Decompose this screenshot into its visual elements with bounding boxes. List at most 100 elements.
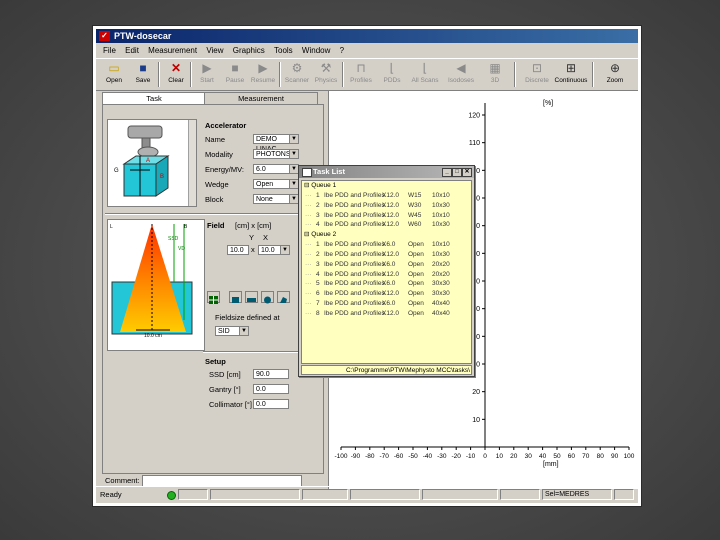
task-row[interactable]: ··· 7 Ibe PDD and Profiles X6.0 Open 40x40 <box>302 299 471 309</box>
menu-measurement[interactable]: Measurement <box>148 46 197 55</box>
task-row[interactable]: ··· 3 Ibe PDD and Profiles X12.0 W45 10x10 <box>302 211 471 221</box>
resume-button[interactable]: ▶ Resume <box>250 60 276 89</box>
task-wedge: W15 <box>408 192 422 199</box>
save-button[interactable]: ■ Save <box>130 60 156 89</box>
menu-view[interactable]: View <box>206 46 223 55</box>
modality-select[interactable]: PHOTONS ▼ <box>253 149 299 159</box>
x-tick-label: -60 <box>394 453 404 460</box>
energy-select[interactable]: 6.0 ▼ <box>253 164 299 174</box>
title-bar[interactable]: ✓ PTW-dosecar <box>96 29 638 43</box>
panel-tabs: Task Measurement <box>102 92 322 104</box>
status-selection: Sel=MEDRES <box>542 489 612 500</box>
status-cell <box>614 489 634 500</box>
task-list-title-bar[interactable]: Task List _ □ ✕ <box>299 166 474 178</box>
image-scrollbar[interactable] <box>188 120 196 206</box>
modality-label: Modality <box>205 150 233 159</box>
discrete-button[interactable]: ⊡ Discrete <box>524 60 550 89</box>
gantry-input[interactable]: 0.0 <box>253 384 289 394</box>
circle-field-button[interactable] <box>261 291 274 304</box>
status-cell <box>500 489 540 500</box>
task-field-size: 20x20 <box>432 270 450 278</box>
square-field-button[interactable] <box>229 291 242 303</box>
task-list-window[interactable]: Task List _ □ ✕ ⊟ Queue 1 ··· 1 Ibe PDD and… <box>298 165 475 377</box>
field-x-select[interactable]: 10.0 ▼ <box>258 245 290 255</box>
continuous-button[interactable]: ⊞ Continuous <box>555 60 588 89</box>
task-description: Ibe PDD and Profiles <box>324 290 385 298</box>
clear-x-icon: ✕ <box>170 61 182 75</box>
task-row[interactable]: ··· 4 Ibe PDD and Profiles X12.0 Open 20x20 <box>302 270 471 280</box>
wedge-select[interactable]: Open ▼ <box>253 179 299 189</box>
physics-tools-icon: ⚒ <box>320 61 332 75</box>
tree-line: ··· <box>305 221 312 229</box>
task-number: 3 <box>316 260 320 268</box>
task-number: 2 <box>316 201 320 209</box>
task-number: 1 <box>316 241 320 249</box>
svg-text:G: G <box>114 168 119 174</box>
tree-line: ··· <box>305 280 312 288</box>
all-scans-button[interactable]: ⌊ All Scans <box>411 60 438 89</box>
menu-graphics[interactable]: Graphics <box>233 46 265 55</box>
chevron-down-icon: ▼ <box>289 165 298 173</box>
task-row[interactable]: ··· 1 Ibe PDD and Profiles X6.0 Open 10x10 <box>302 240 471 250</box>
task-energy: X12.0 <box>382 192 399 199</box>
task-row[interactable]: ··· 5 Ibe PDD and Profiles X6.0 Open 30x30 <box>302 279 471 289</box>
scanner-icon: ⚙ <box>291 61 303 75</box>
task-wedge: W30 <box>408 201 422 209</box>
menu-edit[interactable]: Edit <box>125 46 139 55</box>
chart-x-label: [mm] <box>543 461 559 468</box>
tab-task[interactable]: Task <box>102 92 206 104</box>
field-y-input[interactable]: 10.0 <box>227 245 249 255</box>
open-folder-icon: ▭ <box>108 61 120 75</box>
task-number: 2 <box>316 250 320 258</box>
task-wedge: Open <box>408 309 424 317</box>
task-row[interactable]: ··· 4 Ibe PDD and Profiles X12.0 W60 10x30 <box>302 220 471 230</box>
collimator-input[interactable]: 0.0 <box>253 399 289 409</box>
status-cell <box>210 489 300 500</box>
zoom-button[interactable]: ⊕ Zoom <box>602 60 628 89</box>
task-field-size: 10x10 <box>432 211 450 219</box>
x-tick-label: -10 <box>466 453 476 460</box>
irregular-field-button[interactable] <box>277 291 290 303</box>
task-description: Ibe PDD and Profiles <box>324 299 385 307</box>
task-row[interactable]: ··· 6 Ibe PDD and Profiles X12.0 Open 30x30 <box>302 289 471 299</box>
task-queue-header[interactable]: ⊟ Queue 1 <box>302 181 471 191</box>
3d-button[interactable]: ▦ 3D <box>482 60 508 89</box>
task-wedge: W60 <box>408 221 422 229</box>
tree-line: ··· <box>305 192 312 199</box>
menu-file[interactable]: File <box>103 46 116 55</box>
tab-measurement[interactable]: Measurement <box>204 92 318 104</box>
physics-button[interactable]: ⚒ Physics <box>313 60 339 89</box>
rectangle-field-button[interactable] <box>245 291 258 303</box>
toolbar: ▭ Open ■ Save ✕ Clear ▶ Start ■ Pause ▶ … <box>96 58 638 91</box>
minimize-button[interactable]: _ <box>442 168 452 177</box>
wedge-label: Wedge <box>205 180 229 189</box>
maximize-button[interactable]: □ <box>452 168 462 177</box>
tree-line: ··· <box>305 201 312 209</box>
menu-help[interactable]: ? <box>340 46 344 55</box>
task-row[interactable]: ··· 2 Ibe PDD and Profiles X12.0 W30 10x30 <box>302 201 471 211</box>
pause-icon: ■ <box>231 61 239 75</box>
task-row[interactable]: ··· 2 Ibe PDD and Profiles X12.0 Open 10x30 <box>302 250 471 260</box>
gantry-label: Gantry [°] <box>209 385 241 394</box>
task-row[interactable]: ··· 3 Ibe PDD and Profiles X6.0 Open 20x20 <box>302 260 471 270</box>
task-list-window-icon <box>302 168 312 177</box>
task-row[interactable]: ··· 8 Ibe PDD and Profiles X12.0 Open 40x40 <box>302 309 471 319</box>
fieldsize-defined-select[interactable]: SID ▼ <box>215 326 249 336</box>
menu-tools[interactable]: Tools <box>274 46 293 55</box>
task-description: Ibe PDD and Profiles <box>324 211 385 219</box>
task-field-size: 40x40 <box>432 309 450 317</box>
task-queue-header[interactable]: ⊟ Queue 2 <box>302 230 471 240</box>
menu-window[interactable]: Window <box>302 46 330 55</box>
close-button[interactable]: ✕ <box>462 168 472 177</box>
ssd-input[interactable]: 90.0 <box>253 369 289 379</box>
queue-name: Queue 1 <box>311 182 337 189</box>
task-row[interactable]: ··· 1 Ibe PDD and Profiles X12.0 W15 10x10 <box>302 191 471 201</box>
isodoses-button[interactable]: ◀ Isodoses <box>448 60 474 89</box>
ssd-label: SSD [cm] <box>209 370 241 379</box>
name-select[interactable]: DEMO LINAC▼ <box>253 134 299 153</box>
task-number: 5 <box>316 280 320 288</box>
field-grid-button[interactable] <box>207 291 220 304</box>
x-tick-label: 60 <box>568 453 576 460</box>
pdds-button[interactable]: ⌊ PDDs <box>379 60 405 89</box>
block-select[interactable]: None ▼ <box>253 194 299 204</box>
